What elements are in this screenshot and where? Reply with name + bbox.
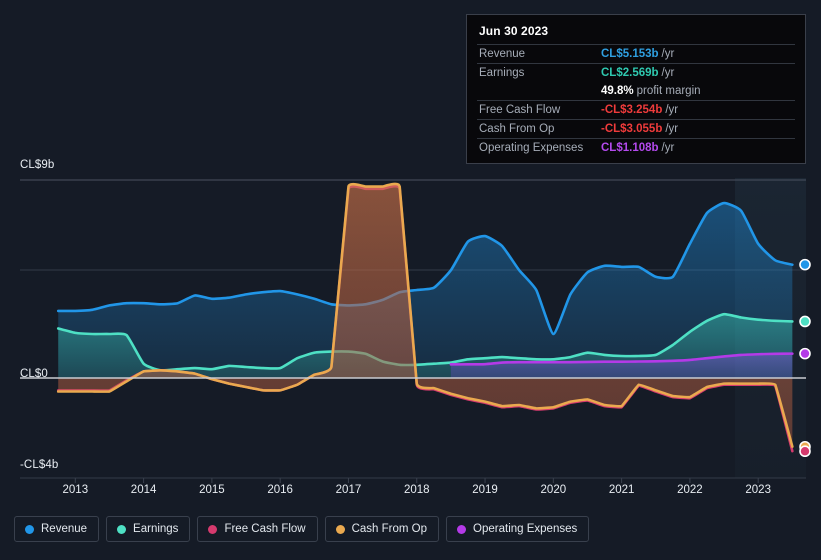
- tooltip-row-unit: profit margin: [636, 85, 701, 97]
- legend-item-free-cash-flow[interactable]: Free Cash Flow: [197, 516, 318, 542]
- series-layer: [56, 182, 794, 453]
- x-axis-label-2020: 2020: [540, 484, 567, 496]
- legend-item-label: Cash From Op: [351, 523, 428, 535]
- tooltip-row-label: Cash From Op: [479, 123, 555, 135]
- x-axis-label-2023: 2023: [745, 484, 771, 496]
- tooltip-row: Earnings CL$2.569b/yr: [477, 63, 795, 82]
- legend-item-label: Operating Expenses: [473, 523, 578, 535]
- x-axis-label-2016: 2016: [267, 484, 293, 496]
- tooltip-row: 49.8% profit margin: [477, 82, 795, 100]
- y-axis-label-top: CL$9b: [20, 159, 55, 171]
- tooltip-row: Revenue CL$5.153b/yr: [477, 44, 795, 63]
- end-marker-revenue: [799, 258, 811, 271]
- tooltip-row-value: CL$1.108b: [601, 142, 659, 154]
- tooltip-row-unit: /yr: [661, 48, 675, 60]
- end-marker-earnings: [799, 315, 811, 328]
- legend-color-dot-icon: [117, 524, 127, 534]
- tooltip-row-value: -CL$3.055b: [601, 123, 663, 135]
- legend-item-label: Earnings: [133, 523, 179, 535]
- tooltip-row-value: CL$2.569b: [601, 67, 659, 79]
- y-axis-label-zero: CL$0: [20, 368, 48, 380]
- tooltip-row-value: -CL$3.254b: [601, 104, 663, 116]
- legend-item-earnings[interactable]: Earnings: [106, 516, 191, 542]
- tooltip-row-label: Earnings: [479, 67, 525, 79]
- x-axis-label-2019: 2019: [472, 484, 498, 496]
- legend-color-dot-icon: [25, 524, 34, 534]
- tooltip-row-unit: /yr: [665, 104, 679, 116]
- x-axis-label-2022: 2022: [677, 484, 703, 496]
- x-axis-label-2015: 2015: [199, 484, 225, 496]
- legend-color-dot-icon: [457, 524, 467, 534]
- tooltip-row-label: Free Cash Flow: [479, 104, 561, 116]
- legend-item-label: Free Cash Flow: [224, 523, 306, 535]
- chart-legend[interactable]: Revenue Earnings Free Cash Flow Cash From O…: [14, 516, 590, 542]
- legend-item-revenue[interactable]: Revenue: [14, 516, 100, 542]
- x-axis-label-2014: 2014: [130, 484, 157, 496]
- tooltip-row-label: Revenue: [479, 48, 526, 60]
- tooltip-date: Jun 30 2023: [479, 24, 549, 38]
- tooltip-row: Cash From Op -CL$3.055b/yr: [477, 119, 795, 138]
- legend-item-operating-expenses[interactable]: Operating Expenses: [446, 516, 590, 542]
- chart-tooltip: Jun 30 2023 Revenue CL$5.153b/yr Earnings C…: [466, 14, 806, 164]
- tooltip-row-unit: /yr: [661, 67, 675, 79]
- legend-color-dot-icon: [335, 524, 345, 534]
- legend-color-dot-icon: [208, 524, 218, 534]
- x-axis-label-2013: 2013: [62, 484, 89, 496]
- end-marker-free-cash-flow: [799, 445, 811, 458]
- tooltip-rows: Revenue CL$5.153b/yr Earnings CL$2.569b/yr 4…: [477, 44, 795, 157]
- legend-item-label: Revenue: [41, 523, 88, 535]
- tooltip-row: Operating Expenses CL$1.108b/yr: [477, 138, 795, 157]
- tooltip-row-unit: /yr: [665, 123, 679, 135]
- y-axis-label-bottom: -CL$4b: [20, 459, 59, 471]
- x-axis-label-2017: 2017: [335, 484, 362, 496]
- tooltip-row-value: 49.8%: [601, 85, 634, 97]
- tooltip-row-unit: /yr: [661, 142, 675, 154]
- x-tick-marks: [74, 478, 759, 483]
- end-marker-operating-expenses: [799, 347, 811, 360]
- tooltip-row-value: CL$5.153b: [601, 48, 659, 60]
- x-axis-label-2021: 2021: [608, 484, 635, 496]
- x-axis-label-2018: 2018: [403, 484, 430, 496]
- legend-item-cash-from-op[interactable]: Cash From Op: [324, 516, 440, 542]
- tooltip-row: Free Cash Flow -CL$3.254b/yr: [477, 100, 795, 119]
- tooltip-row-label: Operating Expenses: [479, 142, 584, 154]
